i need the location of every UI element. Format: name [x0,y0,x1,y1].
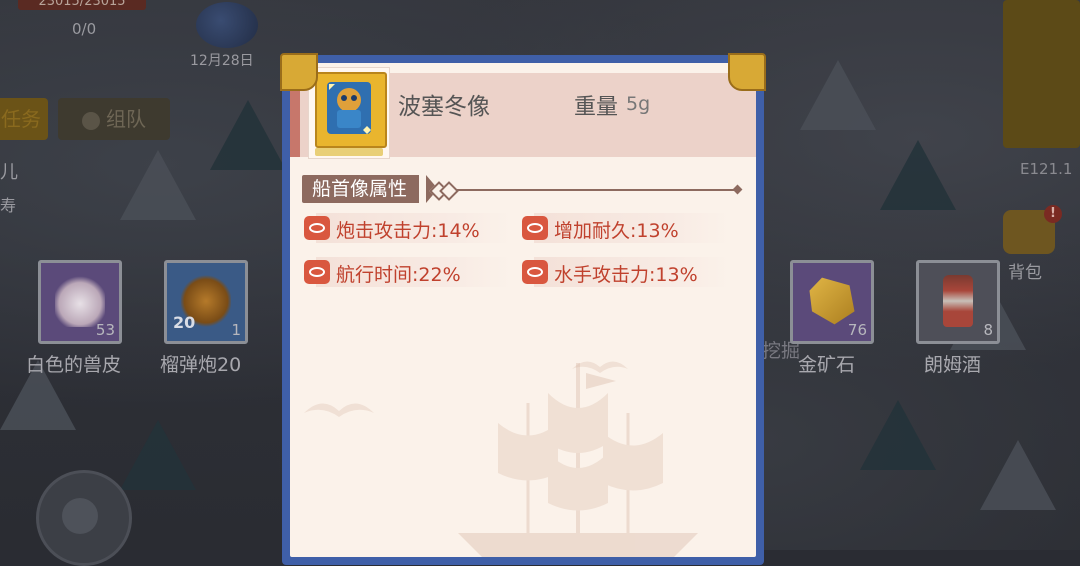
attribute-label: 增加耐久:13% [554,220,679,242]
attribute-eye-icon [304,260,330,284]
ship-watermark [458,363,698,557]
item-name: 榴弹炮20 [160,354,242,376]
hp-bar: 23015/23015 [18,0,146,10]
item-rarity-bar [315,148,383,156]
attribute-row: 水手攻击力:13% [522,257,730,287]
panel-content: 波塞冬像 重量 5g 船首像属性 炮击攻击力:14% 增加耐久:13% 航行时间… [290,63,756,557]
gold-ore-icon [809,277,855,325]
team-icon [82,111,100,130]
inventory-item[interactable]: 76 [790,260,874,344]
date-label: 12月28日 [190,53,254,69]
task-button-label: 任务 [1,107,41,131]
attribute-label: 航行时间:22% [336,264,461,286]
attribute-label: 水手攻击力:13% [554,264,698,286]
rum-bottle-icon [943,275,973,327]
figurehead-icon [315,72,387,148]
attribute-eye-icon [522,216,548,240]
task-button[interactable]: 任务 [0,98,48,140]
coordinate-readout: E121.1 [1020,160,1073,178]
item-name: 金矿石 [798,354,856,376]
attribute-row: 航行时间:22% [304,257,512,287]
weight-value: 5g [626,93,651,115]
seagull-watermark [304,403,374,417]
inventory-item[interactable]: 8 [916,260,1000,344]
panel-corner-ornament [280,53,318,91]
section-divider [456,189,738,191]
item-level-badge: 20 [173,313,196,332]
tree [210,100,286,170]
attribute-row: 炮击攻击力:14% [304,213,512,243]
inventory-item[interactable]: 20 1 [164,260,248,344]
item-icon-frame [308,67,390,159]
item-name: 朗姆酒 [924,354,982,376]
snow-tree [800,60,876,130]
alert-badge: ! [1044,205,1062,223]
bag-label: 背包 [1008,263,1042,283]
attribute-eye-icon [304,216,330,240]
item-name: 白色的兽皮 [26,354,122,376]
divider-end [732,184,743,195]
partial-left-label: 寿 [0,196,17,215]
partial-left-label: 儿 [0,162,18,183]
tree [860,400,936,470]
item-count: 53 [95,321,115,339]
resource-counter: 0/0 [72,20,97,38]
panel-corner-ornament [728,53,766,91]
item-detail-panel: 波塞冬像 重量 5g 船首像属性 炮击攻击力:14% 增加耐久:13% 航行时间… [280,53,766,565]
item-count: 8 [983,321,993,339]
attribute-eye-icon [522,260,548,284]
poseidon-figurehead-icon [327,82,371,134]
snow-tree [120,150,196,220]
snow-tree [980,440,1056,510]
team-button-label: 组队 [106,107,146,131]
item-count: 76 [847,321,867,339]
joystick-knob[interactable] [62,498,98,534]
item-name: 波塞冬像 [398,94,490,120]
attribute-label: 炮击攻击力:14% [336,220,480,242]
section-title: 船首像属性 [302,175,420,203]
weight-label: 重量 [574,95,619,120]
inventory-item[interactable]: 53 [38,260,122,344]
side-quest-card[interactable] [1003,0,1080,148]
attribute-row: 增加耐久:13% [522,213,730,243]
team-button[interactable]: 组队 [58,98,170,140]
tree [120,420,196,490]
item-count: 1 [231,321,241,339]
white-fur-icon [55,275,105,327]
tree [880,140,956,210]
globe-icon[interactable] [196,2,258,48]
